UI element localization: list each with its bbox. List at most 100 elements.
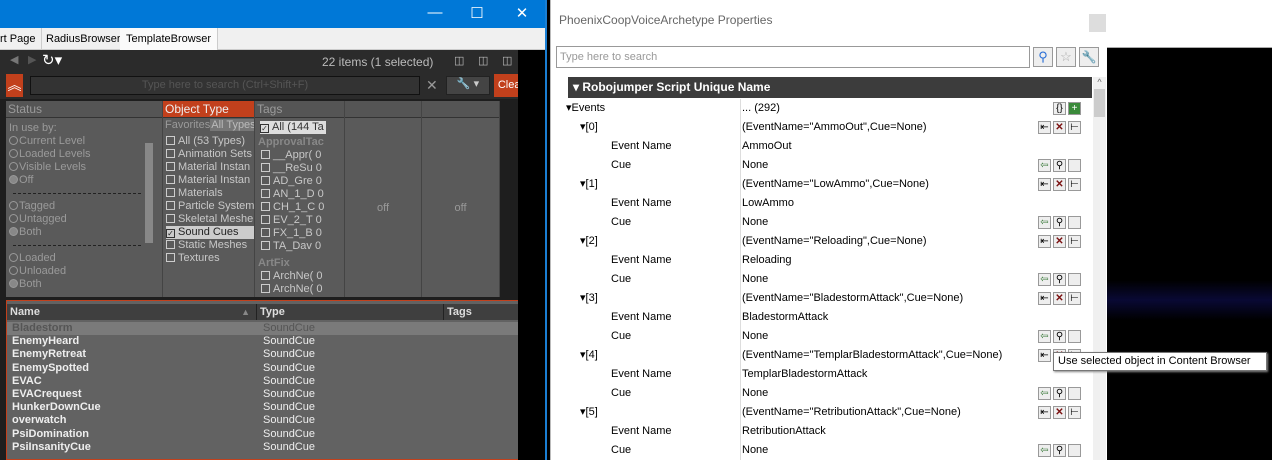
radio-off[interactable]: Off [9,174,162,187]
back-icon[interactable]: ◀ [10,53,18,66]
column-header-type[interactable]: Type [257,304,444,320]
use-selected-icon[interactable]: ⇦ [1038,216,1051,229]
radio-visible-levels[interactable]: Visible Levels [9,161,162,174]
insert-icon[interactable]: ⇤ [1038,349,1051,362]
tab-template-browser[interactable]: TemplateBrowser [120,28,218,50]
object-type-checkbox[interactable]: Static Meshes [166,239,254,252]
use-selected-icon[interactable]: ⇦ [1038,273,1051,286]
array-element-row[interactable]: ▾[0] (EventName="AmmoOut",Cue=None) ⇤ ✕ ⊢ [566,118,1093,137]
use-selected-icon[interactable]: ⇦ [1038,387,1051,400]
table-row[interactable]: PsiInsanityCue SoundCue [7,441,525,454]
cue-row[interactable]: Cue None ⇦ ⚲ [566,441,1093,460]
clear-icon[interactable] [1068,159,1081,172]
find-icon[interactable]: ⚲ [1053,444,1066,457]
find-icon[interactable]: ⚲ [1053,330,1066,343]
tag-checkbox[interactable]: __ReSu 0 [261,162,344,175]
events-row[interactable]: ▾Events ... (292) {} + [566,99,1093,118]
settings-wrench-icon[interactable]: 🔧 [1079,47,1099,67]
tag-checkbox[interactable]: AD_Gre 0 [261,175,344,188]
clear-array-icon[interactable]: {} [1053,102,1066,115]
event-name-row[interactable]: Event Name RetributionAttack [566,422,1093,441]
property-search-input[interactable]: Type here to search [556,46,1030,68]
tag-checkbox[interactable]: ArchNe( 0 [261,283,344,296]
clear-icon[interactable] [1068,444,1081,457]
object-type-checkbox[interactable]: Particle System [166,200,254,213]
status-scrollbar[interactable] [145,143,153,243]
cue-row[interactable]: Cue None ⇦ ⚲ [566,270,1093,289]
favorites-tab[interactable]: Favorites [165,119,210,131]
minimize-button[interactable]: — [420,4,450,21]
use-selected-icon[interactable]: ⇦ [1038,444,1051,457]
use-selected-icon[interactable]: ⇦ [1038,159,1051,172]
duplicate-icon[interactable]: ⊢ [1068,406,1081,419]
radio-loaded[interactable]: Loaded [9,252,162,265]
add-item-icon[interactable]: + [1068,102,1081,115]
tab-radius-browser[interactable]: RadiusBrowser [40,28,128,50]
delete-icon[interactable]: ✕ [1053,292,1066,305]
object-type-checkbox[interactable]: ✓ Sound Cues [166,226,254,239]
object-type-checkbox[interactable]: Textures [166,252,254,265]
all-types-tab[interactable]: All Types [210,119,254,131]
favorite-star-icon[interactable]: ☆ [1056,47,1076,67]
radio-both-loaded[interactable]: Both [9,278,162,291]
tag-checkbox[interactable]: __Appr( 0 [261,149,344,162]
delete-icon[interactable]: ✕ [1053,121,1066,134]
insert-icon[interactable]: ⇤ [1038,121,1051,134]
cue-row[interactable]: Cue None ⇦ ⚲ [566,327,1093,346]
close-button[interactable]: ✕ [507,4,537,22]
array-element-row[interactable]: ▾[2] (EventName="Reloading",Cue=None) ⇤ ✕ ⊢ [566,232,1093,251]
table-row[interactable]: overwatch SoundCue [7,414,525,427]
table-row[interactable]: EnemyHeard SoundCue [7,335,525,348]
cue-row[interactable]: Cue None ⇦ ⚲ [566,384,1093,403]
delete-icon[interactable]: ✕ [1053,406,1066,419]
new-panel-icon[interactable]: ◫ [454,54,464,67]
delete-icon[interactable]: ✕ [1053,235,1066,248]
object-type-checkbox[interactable]: Animation Sets [166,148,254,161]
search-icon[interactable]: ⚲ [1033,47,1053,67]
column-header-tags[interactable]: Tags [444,304,525,320]
clear-icon[interactable] [1068,273,1081,286]
search-input[interactable]: Type here to search (Ctrl+Shift+F) [30,76,420,95]
radio-loaded-levels[interactable]: Loaded Levels [9,148,162,161]
event-name-row[interactable]: Event Name TemplarBladestormAttack [566,365,1093,384]
search-options-button[interactable]: 🔧 ▾ [446,76,490,95]
find-icon[interactable]: ⚲ [1053,216,1066,229]
table-row[interactable]: EnemySpotted SoundCue [7,362,525,375]
insert-icon[interactable]: ⇤ [1038,178,1051,191]
tag-checkbox[interactable]: TA_Dav 0 [261,240,344,253]
array-element-row[interactable]: ▾[3] (EventName="BladestormAttack",Cue=No… [566,289,1093,308]
column-header-name[interactable]: Name ▲ [7,304,257,320]
array-element-row[interactable]: ▾[5] (EventName="RetributionAttack",Cue=N… [566,403,1093,422]
event-name-row[interactable]: Event Name LowAmmo [566,194,1093,213]
clear-icon[interactable] [1068,387,1081,400]
event-name-row[interactable]: Event Name AmmoOut [566,137,1093,156]
insert-icon[interactable]: ⇤ [1038,406,1051,419]
close-button[interactable] [1089,14,1106,32]
event-name-row[interactable]: Event Name BladestormAttack [566,308,1093,327]
object-type-checkbox[interactable]: Materials [166,187,254,200]
find-icon[interactable]: ⚲ [1053,387,1066,400]
event-name-row[interactable]: Event Name Reloading [566,251,1093,270]
object-type-checkbox[interactable]: Material Instan [166,174,254,187]
table-row[interactable]: PsiDomination SoundCue [7,428,525,441]
refresh-icon[interactable]: ↻▾ [42,51,62,69]
find-icon[interactable]: ⚲ [1053,159,1066,172]
vertical-scrollbar[interactable]: ^ [1093,77,1106,460]
clear-icon[interactable] [1068,216,1081,229]
table-row[interactable]: EnemyRetreat SoundCue [7,348,525,361]
scrollbar-thumb[interactable] [1094,89,1105,117]
table-row[interactable]: HunkerDownCue SoundCue [7,401,525,414]
duplicate-icon[interactable]: ⊢ [1068,178,1081,191]
popout-icon[interactable]: ◫ [478,54,488,67]
find-icon[interactable]: ⚲ [1053,273,1066,286]
clear-icon[interactable] [1068,330,1081,343]
tag-checkbox[interactable]: CH_1_C 0 [261,201,344,214]
category-header[interactable]: ▾ Robojumper Script Unique Name [568,77,1092,98]
duplicate-icon[interactable]: ⊢ [1068,121,1081,134]
use-selected-icon[interactable]: ⇦ [1038,330,1051,343]
duplicate-icon[interactable]: ⊢ [1068,235,1081,248]
tag-checkbox[interactable]: ArchNe( 0 [261,270,344,283]
object-type-checkbox[interactable]: All (53 Types) [166,135,254,148]
collapse-filters-icon[interactable]: ︽ [6,74,23,97]
forward-icon[interactable]: ▶ [28,53,36,66]
